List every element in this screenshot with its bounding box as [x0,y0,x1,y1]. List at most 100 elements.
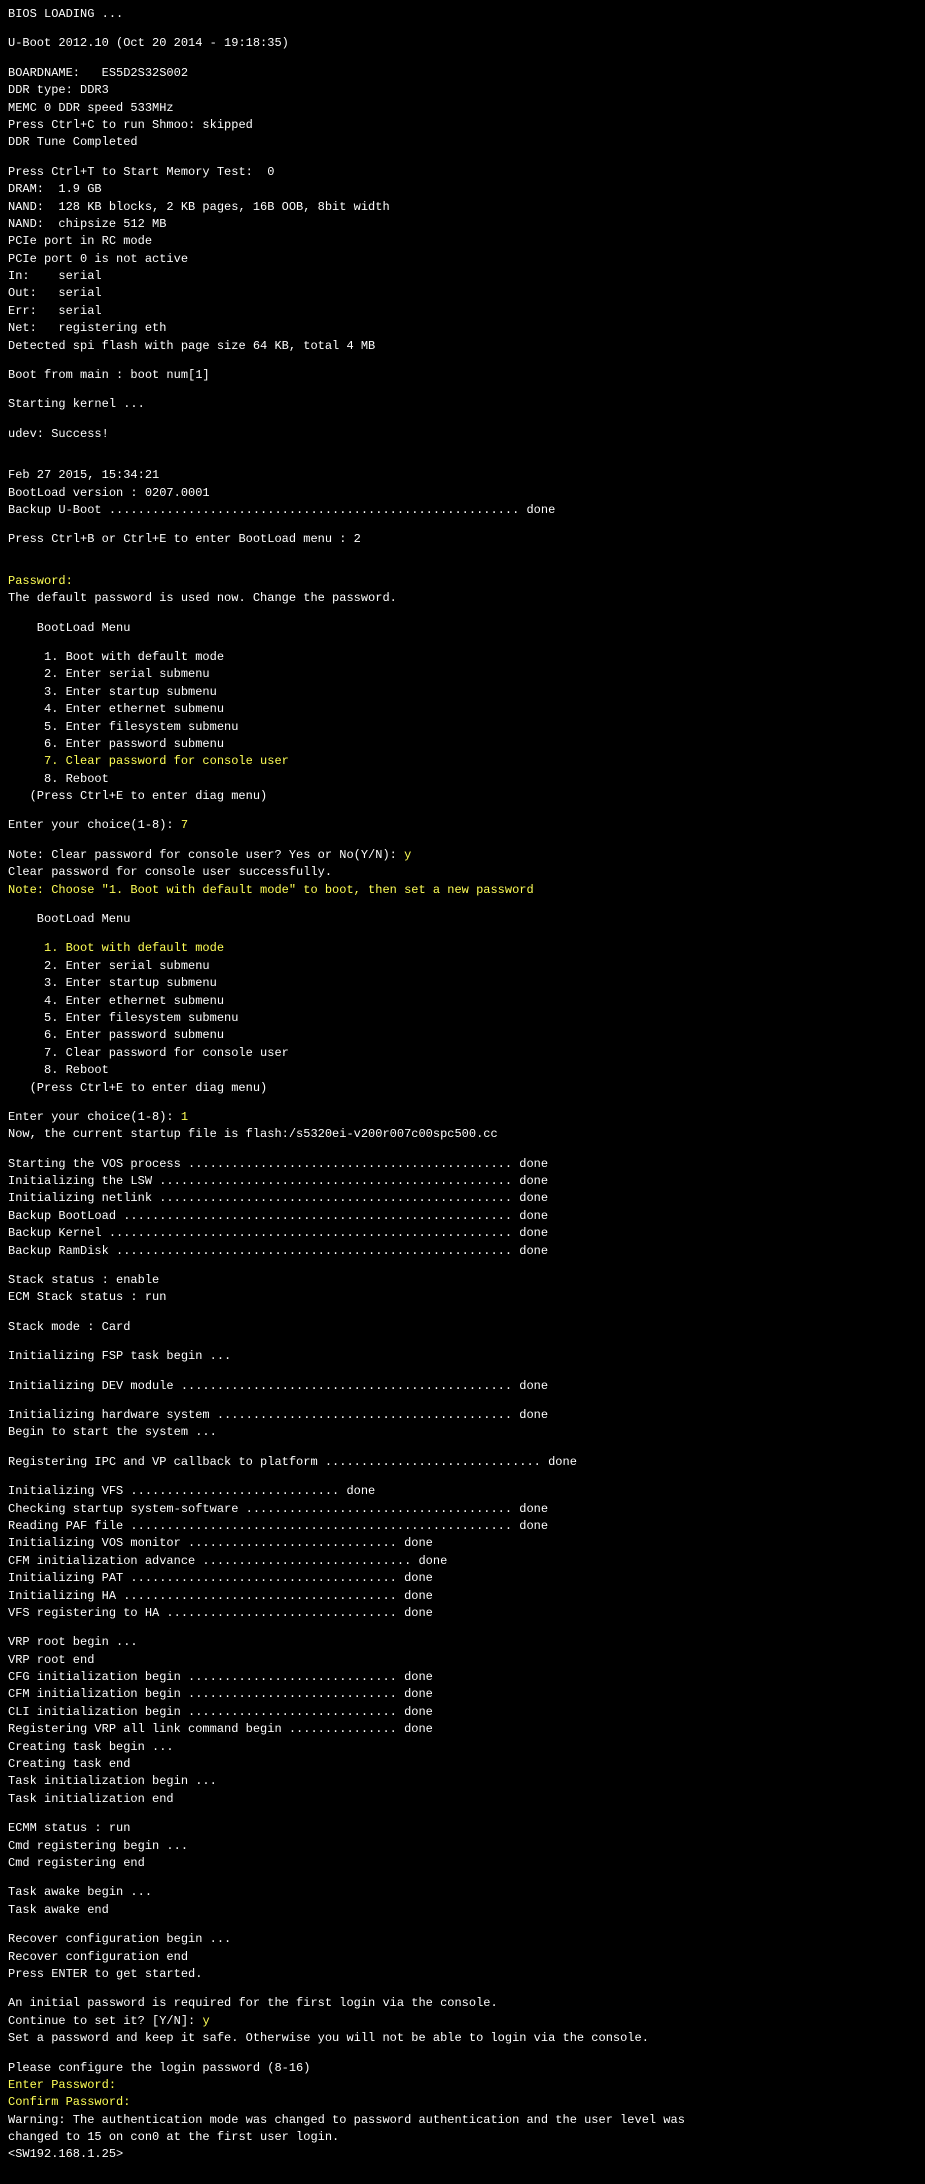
blank [8,1872,917,1884]
fsp-begin: Initializing FSP task begin ... [8,1348,917,1365]
netlink-init: Initializing netlink ...................… [8,1190,917,1207]
backup-uboot: Backup U-Boot ..........................… [8,502,917,519]
note-clear[interactable]: Note: Clear password for console user? Y… [8,847,917,864]
blank [8,899,917,911]
init-vfs: Initializing VFS .......................… [8,1483,917,1500]
date: Feb 27 2015, 15:34:21 [8,467,917,484]
dev-module: Initializing DEV module ................… [8,1378,917,1395]
create-task-begin: Creating task begin ... [8,1739,917,1756]
choice-1-prompt: Enter your choice(1-8): [8,818,181,832]
press-ctrl-e-2: (Press Ctrl+E to enter diag menu) [8,1080,917,1097]
initial-password: An initial password is required for the … [8,1995,917,2012]
ecm-stack: ECM Stack status : run [8,1289,917,1306]
net: Net: registering eth [8,320,917,337]
choice-2[interactable]: Enter your choice(1-8): 1 [8,1109,917,1126]
menu1-item-2: 2. Enter serial submenu [8,666,917,683]
starting-kernel: Starting kernel ... [8,396,917,413]
blank [8,1983,917,1995]
blank [8,637,917,649]
blank [8,1366,917,1378]
default-password-msg: The default password is used now. Change… [8,590,917,607]
enter-password[interactable]: Enter Password: [8,2077,917,2094]
ddr-tune: DDR Tune Completed [8,134,917,151]
blank [8,1622,917,1634]
dram: DRAM: 1.9 GB [8,181,917,198]
blank [8,152,917,164]
init-pat: Initializing PAT .......................… [8,1570,917,1587]
blank [8,805,917,817]
ecmm-status: ECMM status : run [8,1820,917,1837]
task-init-begin: Task initialization begin ... [8,1773,917,1790]
blank [8,53,917,65]
blank [8,608,917,620]
menu2-item-6: 6. Enter password submenu [8,1027,917,1044]
warning-line-2: changed to 15 on con0 at the first user … [8,2129,917,2146]
blank [8,1144,917,1156]
blank [8,1336,917,1348]
warning-line-1: Warning: The authentication mode was cha… [8,2112,917,2129]
nand-blocks: NAND: 128 KB blocks, 2 KB pages, 16B OOB… [8,199,917,216]
blank [8,455,917,467]
begin-start: Begin to start the system ... [8,1424,917,1441]
confirm-password[interactable]: Confirm Password: [8,2094,917,2111]
pcie-rc: PCIe port in RC mode [8,233,917,250]
vrp-end: VRP root end [8,1652,917,1669]
blank [8,549,917,561]
press-enter: Press ENTER to get started. [8,1966,917,1983]
choice-1[interactable]: Enter your choice(1-8): 7 [8,817,917,834]
out-serial: Out: serial [8,285,917,302]
backup-bootload: Backup BootLoad ........................… [8,1208,917,1225]
note-choose-mode: Note: Choose "1. Boot with default mode"… [8,882,917,899]
cmd-reg-begin: Cmd registering begin ... [8,1838,917,1855]
password-label: Password: [8,573,917,590]
menu2-item-2: 2. Enter serial submenu [8,958,917,975]
blank [8,414,917,426]
init-ha: Initializing HA ........................… [8,1588,917,1605]
bootload-version: BootLoad version : 0207.0001 [8,485,917,502]
menu1-item-5: 5. Enter filesystem submenu [8,719,917,736]
nand-chipsize: NAND: chipsize 512 MB [8,216,917,233]
choice-2-value: 1 [181,1110,188,1124]
blank [8,835,917,847]
backup-kernel: Backup Kernel ..........................… [8,1225,917,1242]
ctrl-c-hint: Press Ctrl+C to run Shmoo: skipped [8,117,917,134]
recover-begin: Recover configuration begin ... [8,1931,917,1948]
blank [8,519,917,531]
blank [8,1808,917,1820]
menu1-item-8: 8. Reboot [8,771,917,788]
pcie-inactive: PCIe port 0 is not active [8,251,917,268]
vos-process: Starting the VOS process ...............… [8,1156,917,1173]
set-password-safe: Set a password and keep it safe. Otherwi… [8,2030,917,2047]
blank [8,2048,917,2060]
continue-value: y [202,2014,209,2028]
check-startup: Checking startup system-software .......… [8,1501,917,1518]
cli-init: CLI initialization begin ...............… [8,1704,917,1721]
register-vrp: Registering VRP all link command begin .… [8,1721,917,1738]
note-clear-prompt: Note: Clear password for console user? Y… [8,848,404,862]
note-clear-value: y [404,848,411,862]
backup-ramdisk: Backup RamDisk .........................… [8,1243,917,1260]
stack-mode: Stack mode : Card [8,1319,917,1336]
blank [8,1097,917,1109]
cfm-advance: CFM initialization advance .............… [8,1553,917,1570]
memc: MEMC 0 DDR speed 533MHz [8,100,917,117]
menu2-item-7: 7. Clear password for console user [8,1045,917,1062]
blank [8,1471,917,1483]
please-configure: Please configure the login password (8-1… [8,2060,917,2077]
uboot-version: U-Boot 2012.10 (Oct 20 2014 - 19:18:35) [8,35,917,52]
menu2-item-4: 4. Enter ethernet submenu [8,993,917,1010]
ctrl-b-hint: Press Ctrl+B or Ctrl+E to enter BootLoad… [8,531,917,548]
blank [8,384,917,396]
create-task-end: Creating task end [8,1756,917,1773]
blank [8,1395,917,1407]
ctrl-t-hint: Press Ctrl+T to Start Memory Test: 0 [8,164,917,181]
menu1-item-7: 7. Clear password for console user [8,753,917,770]
continue-prompt[interactable]: Continue to set it? [Y/N]: y [8,2013,917,2030]
shell-prompt[interactable]: <SW192.168.1.25> [8,2146,917,2163]
task-awake-end: Task awake end [8,1902,917,1919]
cfm-init: CFM initialization begin ...............… [8,1686,917,1703]
menu1-item-1: 1. Boot with default mode [8,649,917,666]
bootload-menu-title-2: BootLoad Menu [8,911,917,928]
choice-1-value: 7 [181,818,188,832]
cmd-reg-end: Cmd registering end [8,1855,917,1872]
